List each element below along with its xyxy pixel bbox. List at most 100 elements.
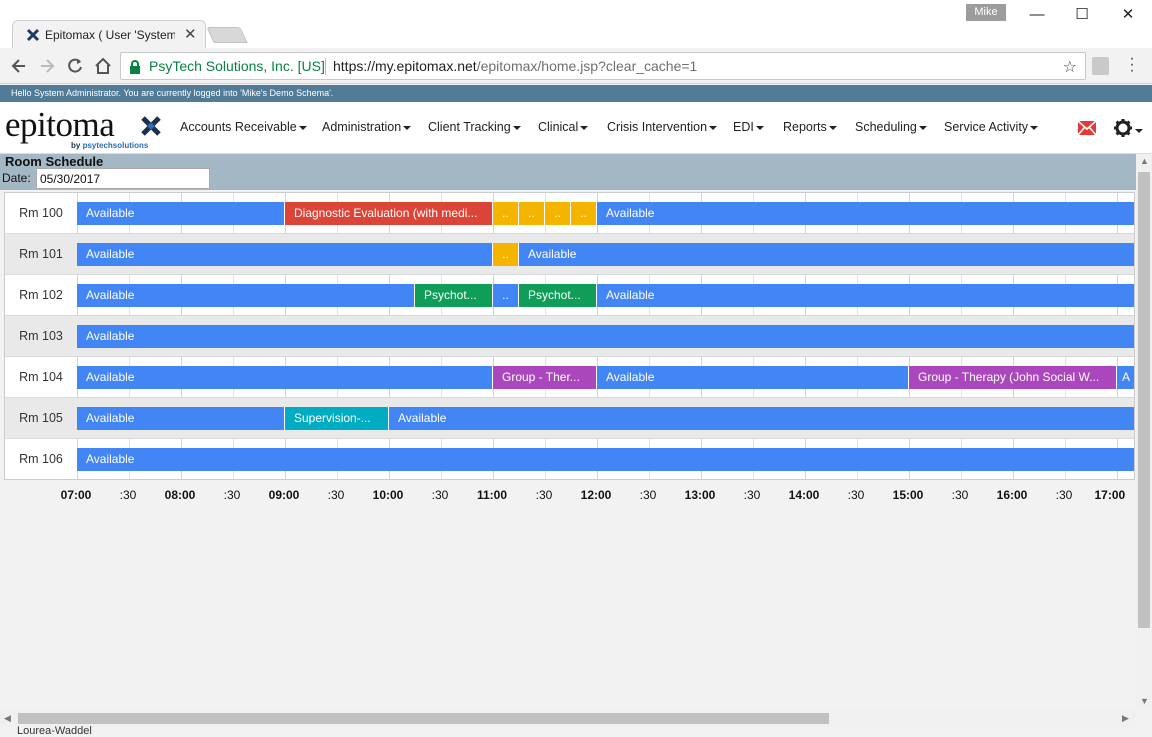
time-tick-label: :30	[639, 488, 657, 502]
appointment-block[interactable]: Supervision-...	[285, 407, 389, 430]
menu-edi[interactable]: EDI	[733, 120, 764, 134]
available-slot[interactable]: Available	[77, 448, 1134, 471]
appointment-block[interactable]: Diagnostic Evaluation (with medi...	[285, 202, 493, 225]
room-row: Rm 105 Available Supervision-... Available	[5, 398, 1134, 439]
caret-down-icon	[298, 125, 307, 130]
time-tick-label: 09:00	[268, 488, 300, 502]
new-tab-button[interactable]	[206, 27, 248, 43]
caret-down-icon	[918, 125, 927, 130]
appointment-block[interactable]: ..	[493, 202, 519, 225]
room-schedule-grid: Rm 100 Available Diagnostic Evaluation (wi…	[4, 192, 1135, 480]
logo-x-icon	[141, 116, 161, 136]
browser-toolbar: PsyTech Solutions, Inc. [US] https://my.…	[0, 48, 1152, 84]
time-tick-label: :30	[223, 488, 241, 502]
appointment-block[interactable]: Group - Ther...	[493, 366, 597, 389]
menu-clinical[interactable]: Clinical	[538, 120, 589, 134]
time-tick-label: 12:00	[580, 488, 612, 502]
appointment-block[interactable]: ..	[545, 202, 571, 225]
room-row: Rm 104 Available Group - Ther... Available G…	[5, 357, 1134, 398]
available-slot[interactable]: Available	[77, 407, 285, 430]
caret-down-icon	[755, 125, 764, 130]
available-slot[interactable]: Available	[77, 366, 493, 389]
caret-down-icon	[1030, 125, 1039, 130]
tab-close-icon[interactable]: ✕	[184, 25, 197, 43]
caret-down-icon	[512, 125, 521, 130]
room-row: Rm 103 Available	[5, 316, 1134, 357]
vertical-scroll-thumb[interactable]	[1138, 172, 1150, 628]
menu-administration[interactable]: Administration	[322, 120, 412, 134]
maximize-icon[interactable]: ☐	[1067, 5, 1097, 25]
url-separator	[325, 58, 326, 75]
menu-label: Client Tracking	[428, 120, 511, 134]
room-row: Rm 106 Available	[5, 439, 1134, 479]
close-window-icon[interactable]: ✕	[1113, 5, 1143, 25]
appointment-block[interactable]: ..	[493, 243, 519, 266]
horizontal-scrollbar[interactable]: ◀ ▶	[0, 710, 1136, 727]
time-tick-label: :30	[847, 488, 865, 502]
vertical-scrollbar[interactable]: ▲ ▼	[1136, 154, 1152, 710]
available-slot[interactable]: ..	[493, 284, 519, 307]
browser-tab[interactable]: Epitomax ( User 'System ✕	[12, 20, 206, 48]
appointment-block[interactable]: ..	[571, 202, 597, 225]
appointment-block[interactable]: Group - Therapy (John Social W...	[909, 366, 1117, 389]
page-title: Room Schedule	[5, 154, 104, 169]
scroll-right-icon[interactable]: ▶	[1122, 713, 1129, 724]
available-slot[interactable]: Available	[77, 243, 493, 266]
settings-caret-icon[interactable]	[1135, 129, 1143, 133]
date-input[interactable]	[36, 168, 210, 189]
appointment-block[interactable]: ..	[519, 202, 545, 225]
menu-client-tracking[interactable]: Client Tracking	[428, 120, 521, 134]
caret-down-icon	[403, 125, 412, 130]
lock-icon	[130, 60, 140, 74]
menu-reports[interactable]: Reports	[783, 120, 837, 134]
mail-icon[interactable]	[1078, 121, 1096, 135]
bookmark-star-icon[interactable]: ☆	[1063, 57, 1077, 77]
epitomax-favicon-icon	[26, 28, 40, 42]
forward-icon[interactable]	[37, 56, 57, 76]
menu-scheduling[interactable]: Scheduling	[855, 120, 927, 134]
scroll-left-icon[interactable]: ◀	[4, 713, 11, 724]
back-icon[interactable]	[9, 56, 29, 76]
address-bar[interactable]: PsyTech Solutions, Inc. [US] https://my.…	[120, 52, 1086, 80]
scroll-down-icon[interactable]: ▼	[1140, 696, 1149, 706]
available-slot[interactable]: A	[1117, 366, 1134, 389]
epitomax-logo[interactable]: epitoma by psytechsolutions	[5, 107, 165, 151]
time-tick-label: :30	[535, 488, 553, 502]
room-label: Rm 103	[19, 329, 63, 343]
pdf-extension-icon[interactable]	[1092, 57, 1109, 75]
url-path: /epitomax/home.jsp?clear_cache=1	[476, 58, 698, 74]
horizontal-scroll-thumb[interactable]	[18, 713, 829, 724]
menu-crisis-intervention[interactable]: Crisis Intervention	[607, 120, 718, 134]
available-slot[interactable]: Available	[597, 366, 909, 389]
gear-icon[interactable]	[1113, 118, 1133, 138]
available-slot[interactable]: Available	[77, 284, 415, 307]
available-slot[interactable]: Available	[389, 407, 1134, 430]
menu-label: Service Activity	[944, 120, 1029, 134]
url-text[interactable]: https://my.epitomax.net/epitomax/home.js…	[333, 58, 697, 74]
room-row: Rm 100 Available Diagnostic Evaluation (wi…	[5, 193, 1134, 234]
available-slot[interactable]: Available	[77, 202, 285, 225]
available-slot[interactable]: Available	[77, 325, 1134, 348]
menu-label: Clinical	[538, 120, 579, 134]
profile-badge[interactable]: Mike	[966, 4, 1006, 21]
available-slot[interactable]: Available	[519, 243, 1134, 266]
appointment-block[interactable]: Psychot...	[519, 284, 597, 307]
home-icon[interactable]	[93, 56, 113, 76]
time-tick-label: 16:00	[996, 488, 1028, 502]
caret-down-icon	[828, 125, 837, 130]
scroll-up-icon[interactable]: ▲	[1140, 156, 1149, 166]
room-schedule-header: Room Schedule Date:	[0, 154, 1136, 190]
time-tick-label: 07:00	[60, 488, 92, 502]
available-slot[interactable]: Available	[597, 284, 1134, 307]
menu-service-activity[interactable]: Service Activity	[944, 120, 1039, 134]
available-slot[interactable]: Available	[597, 202, 1134, 225]
room-label: Rm 101	[19, 247, 63, 261]
login-status-bar: Hello System Administrator. You are curr…	[0, 85, 1152, 102]
menu-accounts-receivable[interactable]: Accounts Receivable	[180, 120, 307, 134]
minimize-icon[interactable]: —	[1022, 5, 1052, 25]
caret-down-icon	[709, 125, 718, 130]
browser-menu-icon[interactable]: · · ·	[1126, 51, 1138, 79]
reload-icon[interactable]	[65, 56, 85, 76]
appointment-block[interactable]: Psychot...	[415, 284, 493, 307]
menu-label: Crisis Intervention	[607, 120, 708, 134]
